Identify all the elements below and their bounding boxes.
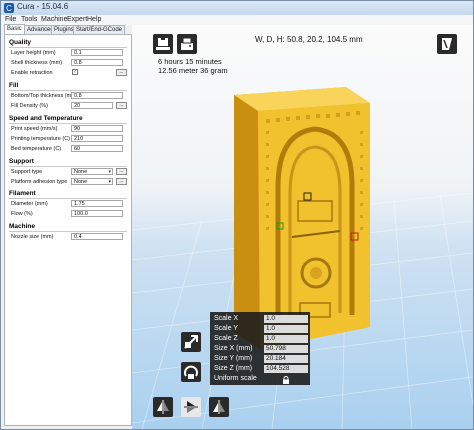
scale-x-label: Scale X xyxy=(214,315,239,322)
size-y-input[interactable]: 20.184 xyxy=(264,355,308,363)
tab-start-end-gcode[interactable]: Start/End-GCode xyxy=(73,25,126,34)
printer-icon xyxy=(181,37,193,50)
save-gcode-button[interactable] xyxy=(177,34,197,54)
menu-expert[interactable]: Expert xyxy=(67,16,87,23)
mirror-x-button[interactable] xyxy=(153,397,173,417)
fill-settings-button[interactable]: ... xyxy=(116,102,127,109)
section-divider xyxy=(9,123,127,124)
svg-text:C: C xyxy=(6,4,12,13)
section-title-filament: Filament xyxy=(9,190,36,197)
bed-temp-label: Bed temperature (C) xyxy=(11,146,62,152)
load-model-button[interactable] xyxy=(153,34,173,54)
tab-basic[interactable]: Basic xyxy=(4,24,25,34)
platform-adhesion-label: Platform adhesion type xyxy=(11,179,68,185)
view-mode-button[interactable] xyxy=(437,34,457,54)
uniform-scale-label: Uniform scale xyxy=(214,375,257,382)
chevron-down-icon: ▾ xyxy=(108,169,111,175)
platform-adhesion-select[interactable]: None ▾ xyxy=(71,178,113,185)
scale-icon xyxy=(184,335,198,349)
support-type-label: Support type xyxy=(11,169,43,175)
section-divider xyxy=(9,198,127,199)
print-temp-label: Printing temperature (C) xyxy=(11,136,70,142)
section-divider xyxy=(9,47,127,48)
retraction-settings-button[interactable]: ... xyxy=(116,69,127,76)
section-title-quality: Quality xyxy=(9,39,32,46)
model-dimensions: W, D, H: 50.8, 20.2, 104.5 mm xyxy=(255,35,363,44)
scale-y-input[interactable]: 1.0 xyxy=(264,325,308,333)
retraction-label: Enable retraction xyxy=(11,70,53,76)
print-speed-label: Print speed (mm/s) xyxy=(11,126,58,132)
section-title-fill: Fill xyxy=(9,82,19,89)
section-title-support: Support xyxy=(9,158,34,165)
shell-thickness-label: Shell thickness (mm) xyxy=(11,60,63,66)
scale-z-label: Scale Z xyxy=(214,335,238,342)
layer-height-label: Layer height (mm) xyxy=(11,50,56,56)
menu-help[interactable]: Help xyxy=(87,16,101,23)
app-window: C Cura - 15.04.6 File Tools Machine Expe… xyxy=(0,0,474,430)
scale-y-label: Scale Y xyxy=(214,325,238,332)
layer-height-input[interactable]: 0.1 xyxy=(71,49,123,56)
menu-bar: File Tools Machine Expert Help xyxy=(1,15,473,25)
bottom-top-thickness-label: Bottom/Top thickness (mm) xyxy=(11,93,78,99)
title-bar: C Cura - 15.04.6 xyxy=(1,1,473,16)
diameter-input[interactable]: 1.75 xyxy=(71,200,123,207)
bed-temp-input[interactable]: 60 xyxy=(71,145,123,152)
print-temp-input[interactable]: 210 xyxy=(71,135,123,142)
settings-panel: Quality Layer height (mm) 0.1 Shell thic… xyxy=(4,34,132,426)
section-title-speed: Speed and Temperature xyxy=(9,115,83,122)
shell-thickness-input[interactable]: 0.8 xyxy=(71,59,123,66)
chevron-down-icon: ▾ xyxy=(108,179,111,185)
size-y-label: Size Y (mm) xyxy=(214,355,253,362)
fill-density-input[interactable]: 20 xyxy=(71,102,113,109)
section-title-machine: Machine xyxy=(9,223,36,230)
menu-file[interactable]: File xyxy=(5,16,16,23)
view-mode-icon xyxy=(442,38,452,50)
scale-x-input[interactable]: 1.0 xyxy=(264,315,308,323)
mirror-y-button[interactable] xyxy=(181,397,201,417)
section-divider xyxy=(9,166,127,167)
cura-app-icon: C xyxy=(4,3,14,13)
lock-icon[interactable] xyxy=(282,376,290,384)
mirror-icon xyxy=(213,400,225,414)
mirror-icon xyxy=(157,400,169,414)
scale-panel: Scale X 1.0 Scale Y 1.0 Scale Z 1.0 Size… xyxy=(210,312,310,385)
print-speed-input[interactable]: 90 xyxy=(71,125,123,132)
mirror-icon xyxy=(184,401,198,413)
menu-tools[interactable]: Tools xyxy=(21,16,37,23)
filament-usage: 12.56 meter 36 gram xyxy=(158,66,228,75)
diameter-label: Diameter (mm) xyxy=(11,201,48,207)
retraction-checkbox[interactable]: ✓ xyxy=(72,69,78,75)
size-x-input[interactable]: 50.798 xyxy=(264,345,308,353)
print-time: 6 hours 15 minutes xyxy=(158,57,222,66)
rotate-icon xyxy=(184,365,198,379)
size-z-label: Size Z (mm) xyxy=(214,365,253,372)
support-type-select[interactable]: None ▾ xyxy=(71,168,113,175)
flow-input[interactable]: 100.0 xyxy=(71,210,123,217)
scale-z-input[interactable]: 1.0 xyxy=(264,335,308,343)
3d-viewport[interactable]: W, D, H: 50.8, 20.2, 104.5 mm 6 hours 15… xyxy=(132,25,473,429)
scale-tool-button[interactable] xyxy=(181,332,201,352)
mirror-z-button[interactable] xyxy=(209,397,229,417)
nozzle-size-label: Nozzle size (mm) xyxy=(11,234,54,240)
size-z-input[interactable]: 104.528 xyxy=(264,365,308,373)
section-divider xyxy=(9,231,127,232)
nozzle-size-input[interactable]: 0.4 xyxy=(71,233,123,240)
fill-density-label: Fill Density (%) xyxy=(11,103,48,109)
load-icon xyxy=(156,36,170,50)
support-settings-button[interactable]: ... xyxy=(116,168,127,175)
support-type-value: None xyxy=(74,169,88,175)
adhesion-settings-button[interactable]: ... xyxy=(116,178,127,185)
rotate-tool-button[interactable] xyxy=(181,362,201,382)
platform-adhesion-value: None xyxy=(74,179,88,185)
window-title: Cura - 15.04.6 xyxy=(17,2,69,11)
flow-label: Flow (%) xyxy=(11,211,33,217)
menu-machine[interactable]: Machine xyxy=(41,16,67,23)
bottom-top-thickness-input[interactable]: 0.8 xyxy=(71,92,123,99)
section-divider xyxy=(9,90,127,91)
size-x-label: Size X (mm) xyxy=(214,345,253,352)
